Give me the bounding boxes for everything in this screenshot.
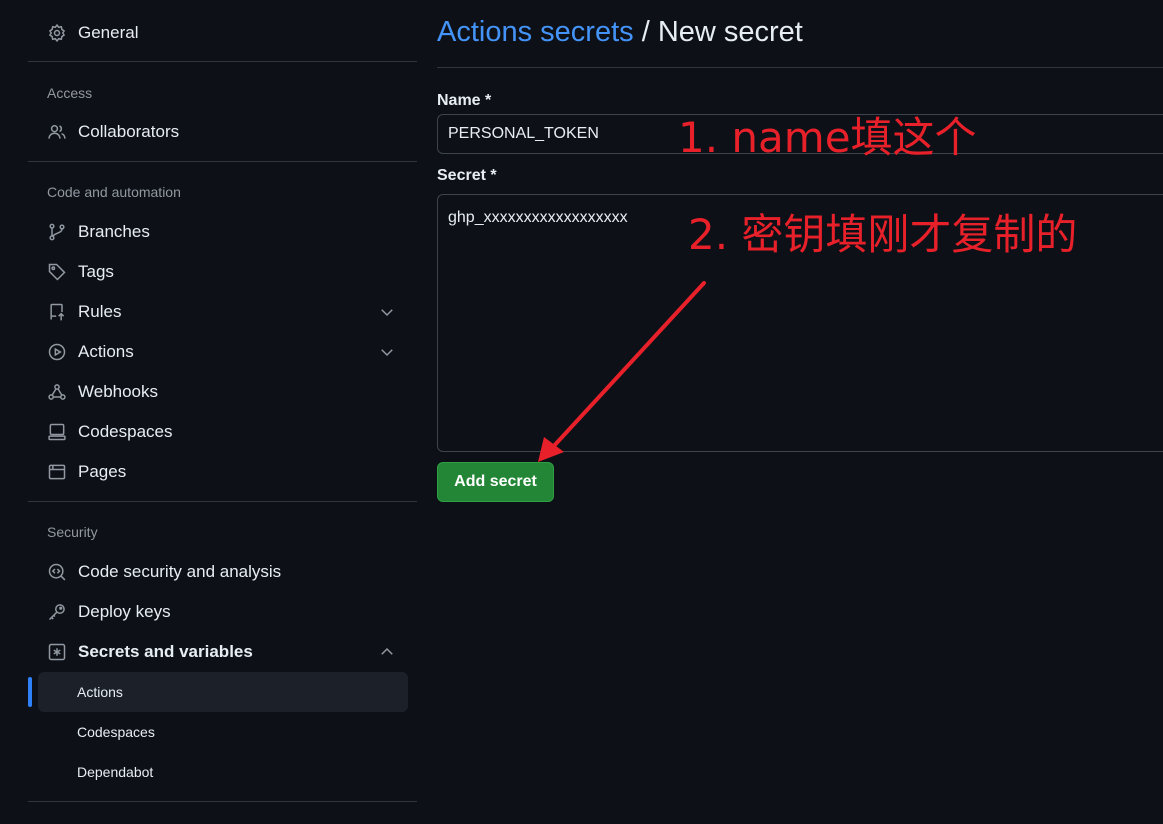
sidebar-item-rules[interactable]: Rules <box>38 294 406 330</box>
divider <box>28 61 417 62</box>
sidebar-subitem-label: Actions <box>77 684 123 700</box>
sidebar-item-tags[interactable]: Tags <box>38 254 406 290</box>
annotation-note-name: 1. name填这个 <box>678 113 977 162</box>
sidebar-item-label: Tags <box>78 262 114 281</box>
sidebar-item-label: Actions <box>78 342 134 361</box>
tag-icon <box>46 261 68 283</box>
sidebar-subitem-codespaces[interactable]: Codespaces <box>38 712 408 752</box>
breadcrumb-separator: / <box>633 16 658 48</box>
sidebar-item-label: Code security and analysis <box>78 562 282 581</box>
webhook-icon <box>46 381 68 403</box>
play-icon <box>46 341 68 363</box>
section-title-security: Security <box>47 524 98 540</box>
page-title: Actions secrets / New secret <box>437 16 803 49</box>
codespaces-icon <box>46 421 68 443</box>
name-label: Name * <box>437 92 492 109</box>
sidebar-item-branches[interactable]: Branches <box>38 214 406 250</box>
codescan-icon <box>46 561 68 583</box>
gear-icon <box>46 22 68 44</box>
section-title-code-automation: Code and automation <box>47 184 181 200</box>
sidebar-subitem-actions[interactable]: Actions <box>38 672 408 712</box>
secret-label: Secret * <box>437 167 497 184</box>
active-indicator <box>28 677 32 707</box>
section-title-access: Access <box>47 85 93 101</box>
chevron-down-icon[interactable] <box>378 303 396 321</box>
breadcrumb-link-actions-secrets[interactable]: Actions secrets <box>437 16 634 48</box>
sidebar-item-label: Pages <box>78 462 127 481</box>
rules-icon <box>46 301 68 323</box>
divider <box>28 501 417 502</box>
sidebar-item-label: Codespaces <box>78 422 173 441</box>
sidebar-item-secrets-and-variables[interactable]: Secrets and variables <box>38 634 406 670</box>
people-icon <box>46 121 68 143</box>
sidebar-item-label: General <box>78 23 139 42</box>
sidebar-subitem-dependabot[interactable]: Dependabot <box>38 752 408 792</box>
key-icon <box>46 601 68 623</box>
sidebar-item-label: Webhooks <box>78 382 159 401</box>
chevron-down-icon[interactable] <box>378 343 396 361</box>
sidebar-item-label: Secrets and variables <box>78 642 253 661</box>
sidebar-subitem-label: Dependabot <box>77 764 154 780</box>
sidebar-item-collaborators[interactable]: Collaborators <box>38 114 406 150</box>
add-secret-button[interactable]: Add secret <box>437 462 554 502</box>
divider <box>28 801 417 802</box>
sidebar-item-deploy-keys[interactable]: Deploy keys <box>38 594 406 630</box>
asterisk-icon <box>46 641 68 663</box>
sidebar-item-label: Rules <box>78 302 122 321</box>
settings-sidebar: General Access Collaborators Code and au… <box>28 0 417 824</box>
divider <box>28 161 417 162</box>
sidebar-item-codespaces[interactable]: Codespaces <box>38 414 406 450</box>
sidebar-item-label: Collaborators <box>78 122 180 141</box>
divider <box>437 67 1163 68</box>
browser-icon <box>46 461 68 483</box>
annotation-note-secret: 2. 密钥填刚才复制的 <box>688 210 1078 259</box>
sidebar-item-label: Deploy keys <box>78 602 171 621</box>
sidebar-item-webhooks[interactable]: Webhooks <box>38 374 406 410</box>
sidebar-subitem-label: Codespaces <box>77 724 155 740</box>
sidebar-item-general[interactable]: General <box>38 15 406 51</box>
sidebar-item-actions[interactable]: Actions <box>38 334 406 370</box>
sidebar-item-pages[interactable]: Pages <box>38 454 406 490</box>
chevron-up-icon[interactable] <box>378 643 396 661</box>
sidebar-item-code-security[interactable]: Code security and analysis <box>38 554 406 590</box>
breadcrumb-current: New secret <box>657 16 803 48</box>
branch-icon <box>46 221 68 243</box>
sidebar-item-label: Branches <box>78 222 150 241</box>
